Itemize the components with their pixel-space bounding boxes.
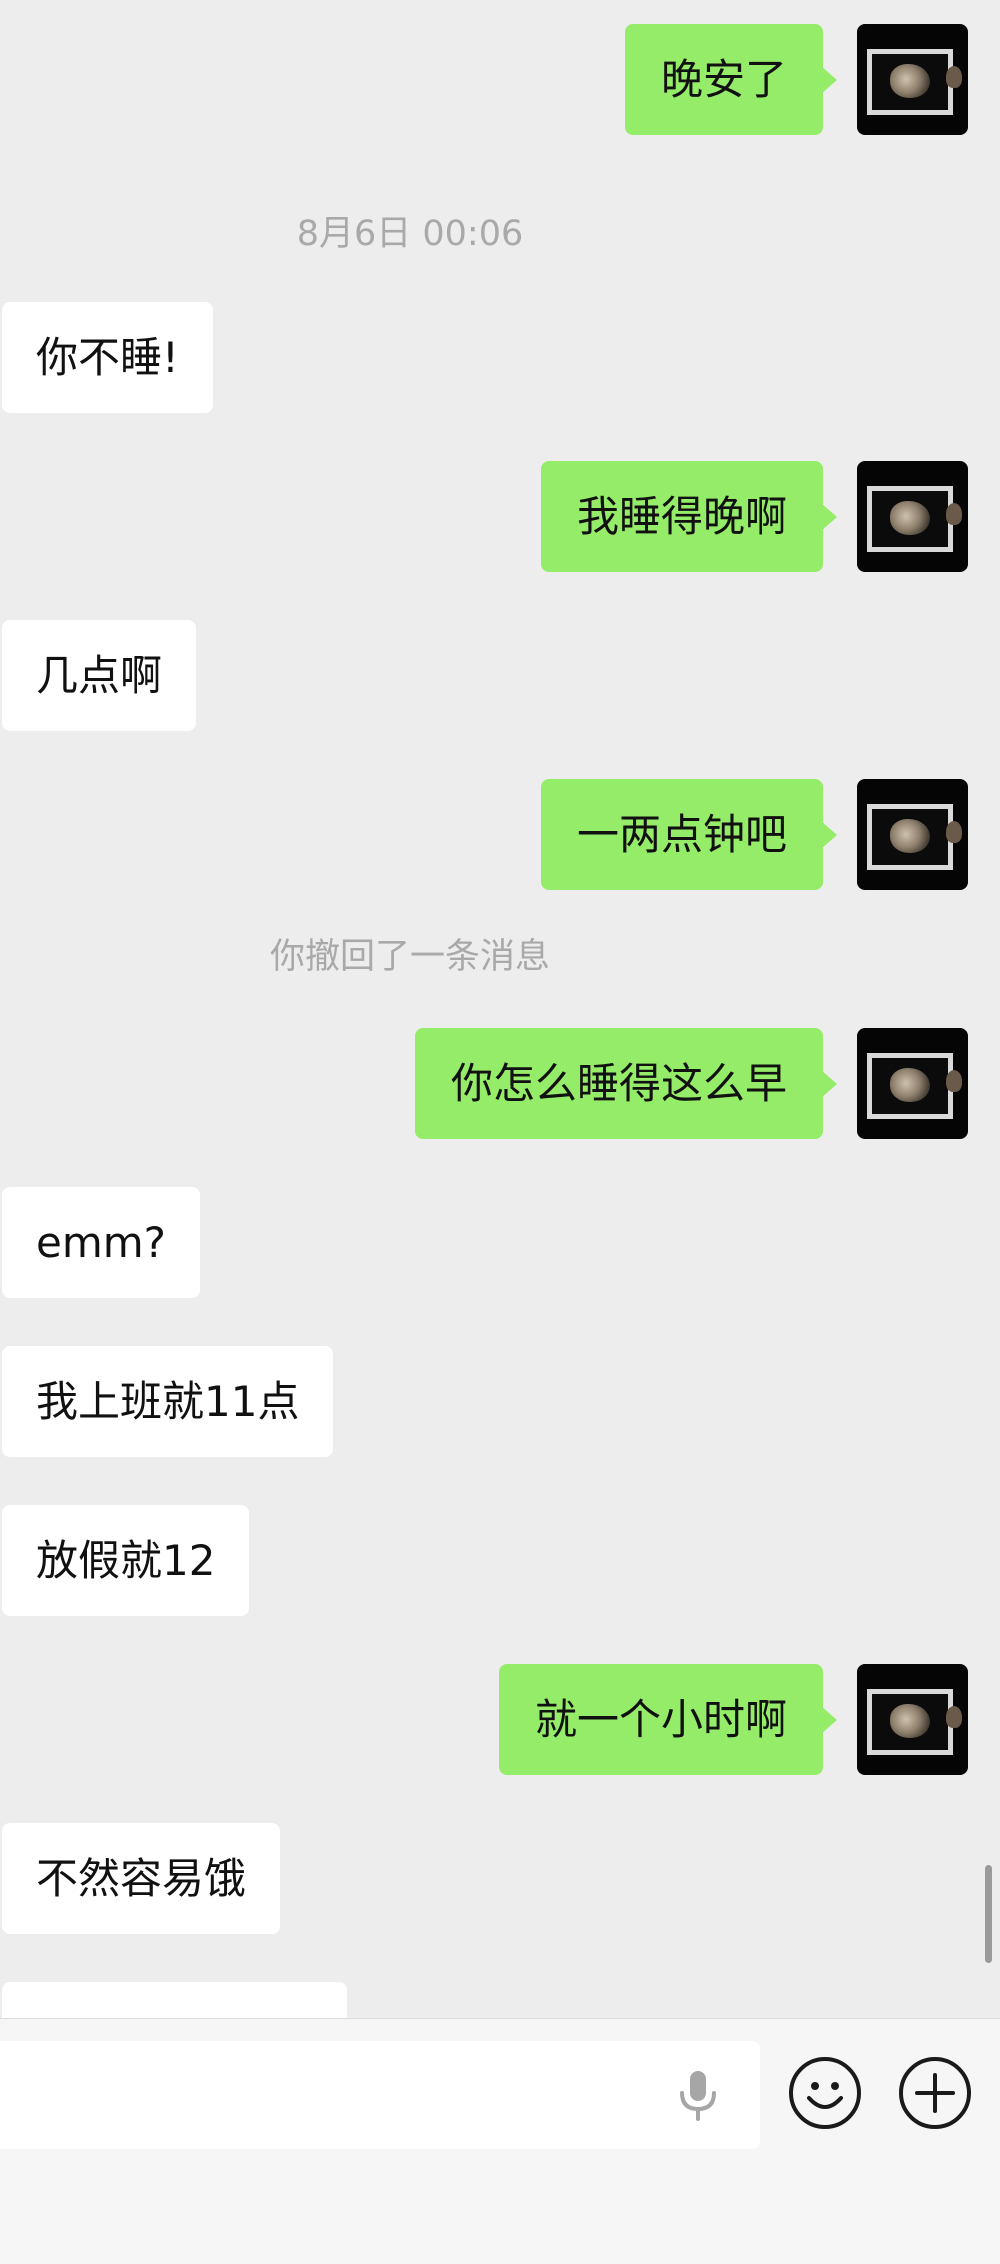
avatar-figure [946, 503, 962, 525]
message-bubble-sent[interactable]: 晚安了 [624, 24, 838, 135]
chat-message-list[interactable]: 晚安了 8月6日 00:06 你不睡! 我睡得晚啊 几点啊 一两点钟吧 你撤回了… [0, 0, 1000, 2018]
avatar[interactable] [857, 461, 968, 572]
message-bubble-received[interactable]: 你不睡! [2, 302, 213, 413]
message-bubble-received[interactable]: 不然容易饿 [2, 1823, 281, 1934]
avatar-frame [867, 1053, 953, 1119]
message-bubble-sent[interactable]: 我睡得晚啊 [540, 461, 838, 572]
message-bubble-received-partial[interactable] [2, 1982, 347, 2018]
message-input[interactable] [0, 2041, 760, 2149]
emoji-button[interactable] [789, 2057, 861, 2129]
message-bubble-received[interactable]: emm? [2, 1187, 200, 1298]
avatar-figure [946, 66, 962, 88]
avatar-figure [946, 1070, 962, 1092]
message-bubble-received[interactable]: 我上班就11点 [2, 1346, 334, 1457]
message-bubble-sent[interactable]: 就一个小时啊 [498, 1664, 838, 1775]
avatar-frame [867, 804, 953, 870]
avatar[interactable] [857, 779, 968, 890]
avatar-frame [867, 486, 953, 552]
message-bubble-sent[interactable]: 一两点钟吧 [540, 779, 838, 890]
avatar[interactable] [857, 1028, 968, 1139]
recall-notice: 你撤回了一条消息 [269, 937, 550, 977]
avatar[interactable] [857, 24, 968, 135]
message-bubble-received[interactable]: 放假就12 [2, 1505, 250, 1616]
avatar-subject [890, 819, 930, 853]
timestamp: 8月6日 00:06 [296, 214, 524, 254]
avatar[interactable] [857, 1664, 968, 1775]
avatar-frame [867, 1689, 953, 1755]
avatar-frame [867, 49, 953, 115]
smiley-icon [807, 2082, 843, 2109]
avatar-subject [890, 501, 930, 535]
avatar-figure [946, 821, 962, 843]
plus-icon [915, 2073, 955, 2113]
avatar-figure [946, 1706, 962, 1728]
avatar-subject [890, 64, 930, 98]
avatar-subject [890, 1068, 930, 1102]
microphone-icon[interactable] [674, 2069, 722, 2121]
avatar-subject [890, 1704, 930, 1738]
message-bubble-sent[interactable]: 你怎么睡得这么早 [414, 1028, 838, 1139]
scroll-indicator[interactable] [985, 1865, 992, 1963]
more-button[interactable] [899, 2057, 971, 2129]
input-bar [0, 2018, 1000, 2264]
message-bubble-received[interactable]: 几点啊 [2, 620, 197, 731]
